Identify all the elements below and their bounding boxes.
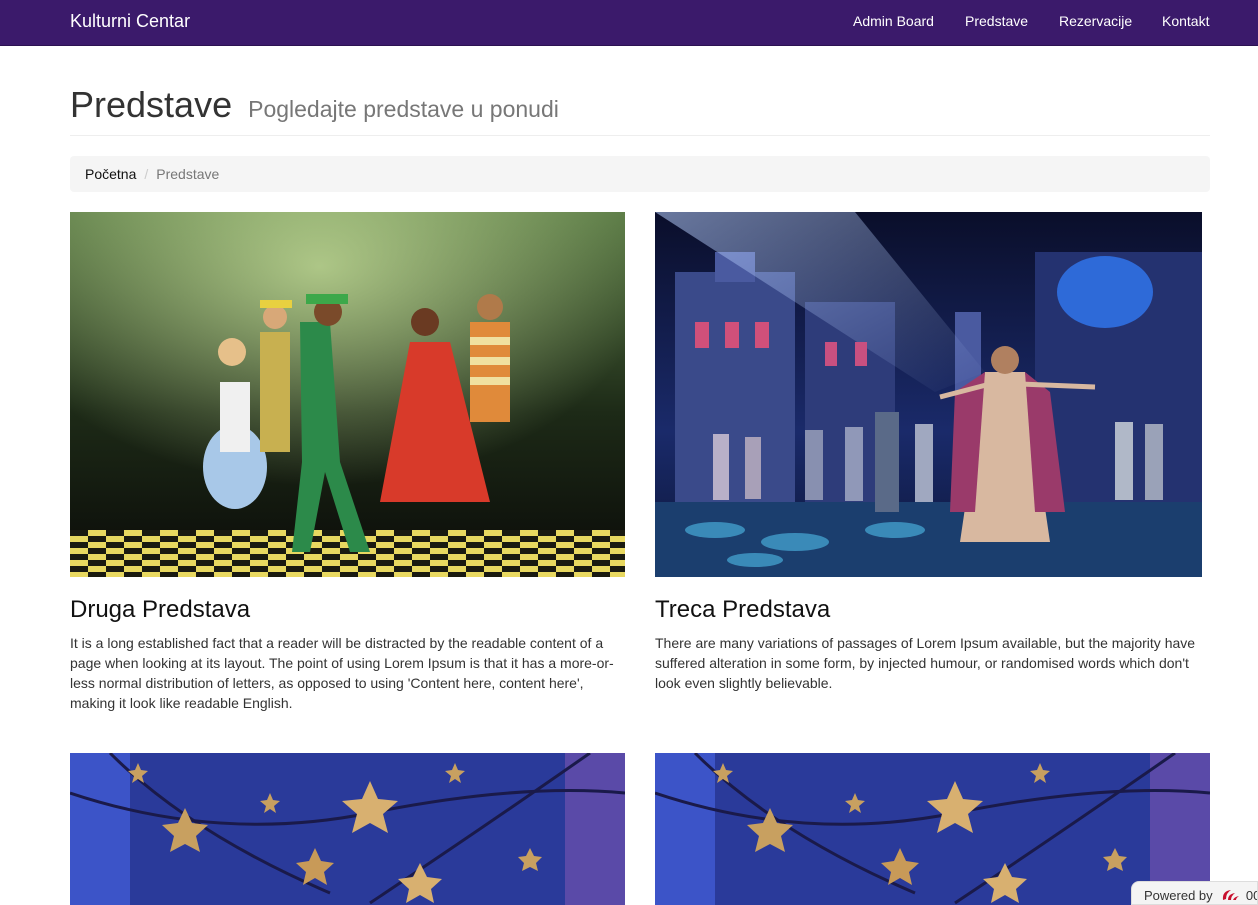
page-subtitle: Pogledajte predstave u ponudi — [248, 96, 559, 122]
nav-kontakt[interactable]: Kontakt — [1162, 13, 1209, 29]
show-image — [70, 212, 625, 577]
show-image — [70, 753, 625, 905]
breadcrumb: Početna / Predstave — [70, 156, 1210, 192]
show-image-link[interactable] — [655, 212, 1202, 577]
show-title: Treca Predstava — [655, 596, 831, 623]
nav-rezervacije[interactable]: Rezervacije — [1059, 13, 1132, 29]
breadcrumb-separator: / — [144, 166, 149, 182]
breadcrumb-current: Predstave — [156, 166, 220, 182]
powered-by-trail: 00 — [1245, 887, 1257, 903]
show-card: Treca Predstava There are many variation… — [655, 212, 1210, 691]
powered-by-text: Powered by — [1144, 887, 1213, 903]
show-description: There are many variations of passages of… — [655, 635, 1196, 691]
breadcrumb-home-link[interactable]: Početna — [85, 166, 136, 182]
show-image-link[interactable] — [70, 753, 625, 905]
host-logo-icon — [1220, 887, 1242, 904]
navbar: Kulturni Centar Admin Board Predstave Re… — [0, 0, 1258, 46]
powered-by-badge[interactable]: Powered by 00 — [1131, 881, 1258, 905]
show-card — [70, 753, 625, 905]
show-image-link[interactable] — [70, 212, 625, 577]
show-title: Druga Predstava — [70, 596, 251, 623]
nav-predstave[interactable]: Predstave — [965, 13, 1028, 29]
show-description: It is a long established fact that a rea… — [70, 635, 614, 711]
page-title-text: Predstave — [70, 84, 233, 125]
show-image — [655, 212, 1202, 577]
show-image — [655, 753, 1210, 905]
show-card: Druga Predstava It is a long established… — [70, 212, 625, 711]
show-image-link[interactable] — [655, 753, 1210, 905]
show-card — [655, 753, 1210, 905]
nav-admin-board[interactable]: Admin Board — [853, 13, 934, 29]
brand-link[interactable]: Kulturni Centar — [70, 11, 190, 32]
page-title: Predstave Pogledajte predstave u ponudi — [70, 84, 559, 126]
page-header: Predstave Pogledajte predstave u ponudi — [70, 84, 1210, 136]
